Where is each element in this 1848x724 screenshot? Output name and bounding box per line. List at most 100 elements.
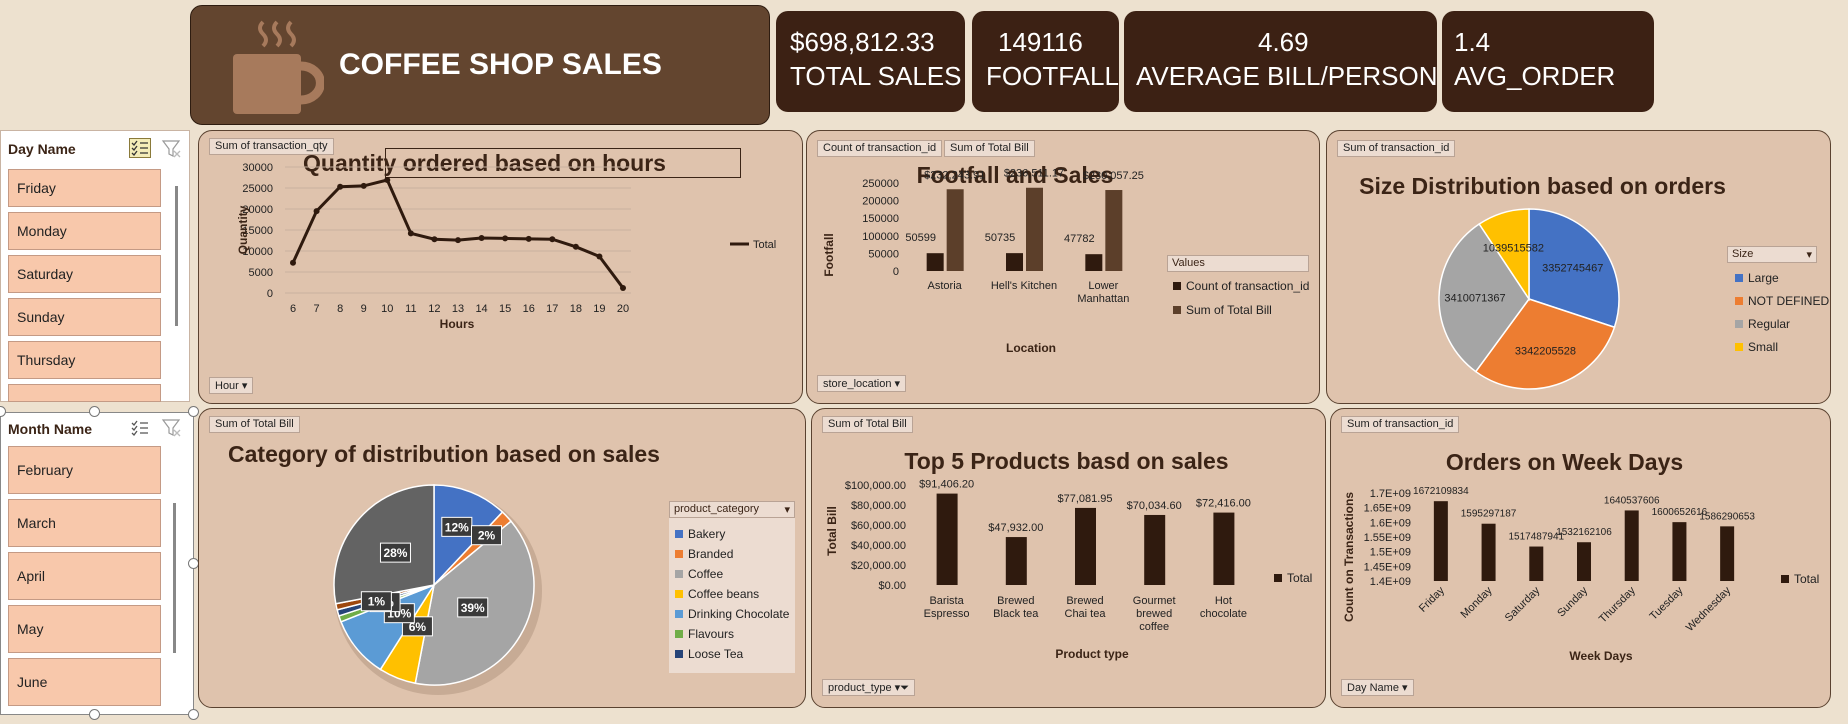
legend-title-label: Size	[1732, 248, 1754, 260]
legend-swatch	[1735, 297, 1743, 305]
x-tick-label: Friday	[1417, 584, 1447, 614]
y-tick-label: 200000	[862, 196, 899, 208]
kpi-value: 149116	[998, 27, 1083, 57]
field-button[interactable]: product_type ▾⏷	[822, 679, 915, 696]
bar	[1577, 542, 1591, 581]
kpi-label: TOTAL SALES	[790, 61, 962, 91]
slicer-scrollbar[interactable]	[175, 186, 178, 326]
data-point	[313, 208, 320, 215]
slicer-item-february[interactable]: February	[8, 446, 161, 494]
legend-label: Sum of Total Bill	[1186, 303, 1272, 317]
data-point	[572, 243, 579, 250]
x-axis-label: Week Days	[1569, 649, 1632, 663]
multi-select-icon[interactable]	[129, 418, 151, 438]
dashboard-title: COFFEE SHOP SALES	[339, 48, 662, 81]
x-axis-label: Product type	[1055, 647, 1129, 661]
category-distribution-panel: Sum of Total Bill Category of distributi…	[198, 408, 806, 708]
field-button[interactable]: store_location ▾	[817, 375, 907, 392]
slicer-item-partial[interactable]	[8, 384, 161, 402]
x-tick-label: Saturday	[1503, 584, 1543, 624]
weekday-bar-chart: 1.4E+09 1.45E+09 1.5E+09 1.55E+09 1.6E+09 1.6…	[1342, 486, 1755, 663]
data-point	[502, 235, 509, 242]
data-label: 3342205528	[1515, 345, 1576, 357]
x-tick-label: Sunday	[1555, 584, 1590, 619]
legend-swatch	[1735, 343, 1743, 351]
clear-filter-icon[interactable]	[161, 139, 183, 159]
y-tick-label: $80,000.00	[851, 500, 906, 512]
legend-label: Total	[1287, 571, 1313, 585]
x-tick-label: 16	[523, 303, 535, 315]
y-tick-label: 250000	[862, 178, 899, 190]
x-tick-label: Black tea	[993, 608, 1039, 620]
filter-icon: ⏷	[900, 682, 909, 694]
legend-item: Regular	[1735, 317, 1790, 331]
slicer-item-saturday[interactable]: Saturday	[8, 255, 161, 293]
multi-select-icon[interactable]	[129, 138, 151, 158]
data-point	[596, 253, 603, 260]
legend-item: Drinking Chocolate	[675, 607, 789, 621]
y-tick-label: 100000	[862, 231, 899, 243]
slicer-scrollbar[interactable]	[173, 503, 176, 653]
field-button[interactable]: Day Name ▾	[1341, 679, 1414, 696]
bar	[1433, 501, 1448, 581]
y-tick-label: 30000	[242, 162, 273, 174]
slicer-item-march[interactable]: March	[8, 499, 161, 547]
x-tick-label: Wednesday	[1684, 584, 1734, 634]
bar	[1006, 253, 1023, 271]
kpi-average-bill: 4.69 AVERAGE BILL/PERSON	[1124, 11, 1438, 112]
x-tick-label: 17	[546, 303, 558, 315]
resize-handle[interactable]	[188, 709, 199, 720]
data-label: 1595297187	[1461, 509, 1517, 520]
y-tick-label: 1.5E+09	[1370, 547, 1411, 559]
data-label: $232,243.91	[924, 169, 985, 181]
slicer-item-sunday[interactable]: Sunday	[8, 298, 161, 336]
x-tick-label: Tuesday	[1648, 584, 1686, 622]
legend-swatch	[675, 530, 683, 538]
resize-handle[interactable]	[188, 406, 199, 417]
legend-swatch	[675, 650, 683, 658]
bar	[946, 189, 964, 271]
y-tick-label: 0	[267, 288, 273, 300]
y-tick-label: 50000	[868, 248, 899, 260]
axis-field-label: product_type	[828, 682, 892, 694]
slicer-item-june[interactable]: June	[8, 658, 161, 706]
products-bar-chart: $0.00 $20,000.00 $40,000.00 $60,000.00 $80,0…	[825, 479, 1251, 661]
legend-item: Loose Tea	[675, 647, 743, 661]
legend-label: Bakery	[688, 527, 726, 541]
y-tick-label: $100,000.00	[845, 480, 906, 492]
data-point	[549, 236, 556, 243]
slicer-item-friday[interactable]: Friday	[8, 169, 161, 207]
x-tick-label: 10	[381, 303, 393, 315]
data-point	[478, 234, 485, 241]
slicer-item-may[interactable]: May	[8, 605, 161, 653]
x-tick-label: Manhattan	[1077, 293, 1129, 305]
legend-label: Count of transaction_id	[1186, 279, 1310, 293]
legend-item: Sum of Total Bill	[1173, 303, 1272, 317]
legend-title[interactable]: Size ▾	[1727, 246, 1817, 263]
legend-title[interactable]: product_category ▾	[669, 501, 795, 518]
legend-item: NOT DEFINED	[1735, 294, 1829, 308]
data-label: 1640537606	[1604, 495, 1660, 506]
x-tick-label: 18	[570, 303, 582, 315]
quantity-line-chart: 0500010000150002000025000300006 7 8 9 10 11 12…	[236, 162, 776, 331]
field-button[interactable]: Hour ▾	[209, 377, 254, 394]
x-axis-label: Hours	[440, 317, 475, 331]
resize-handle[interactable]	[89, 709, 100, 720]
x-tick-label: 14	[475, 303, 487, 315]
y-tick-label: 1.45E+09	[1364, 561, 1411, 573]
clear-filter-icon[interactable]	[161, 418, 183, 438]
slicer-item-thursday[interactable]: Thursday	[8, 341, 161, 379]
data-label: 1586290653	[1699, 511, 1755, 522]
bar	[1005, 537, 1027, 585]
kpi-footfall: 149116 FOOTFALL	[972, 11, 1119, 112]
bar	[1529, 546, 1544, 581]
legend-item: Coffee beans	[675, 587, 759, 601]
day-name-slicer[interactable]: Day Name Friday Monday Saturday Sunday T…	[0, 130, 190, 402]
slicer-item-april[interactable]: April	[8, 552, 161, 600]
legend-item: Flavours	[675, 627, 734, 641]
data-label: 1%	[368, 595, 386, 609]
resize-handle[interactable]	[89, 406, 100, 417]
y-tick-label: 1.55E+09	[1364, 532, 1411, 544]
data-point	[384, 177, 391, 184]
slicer-item-monday[interactable]: Monday	[8, 212, 161, 250]
